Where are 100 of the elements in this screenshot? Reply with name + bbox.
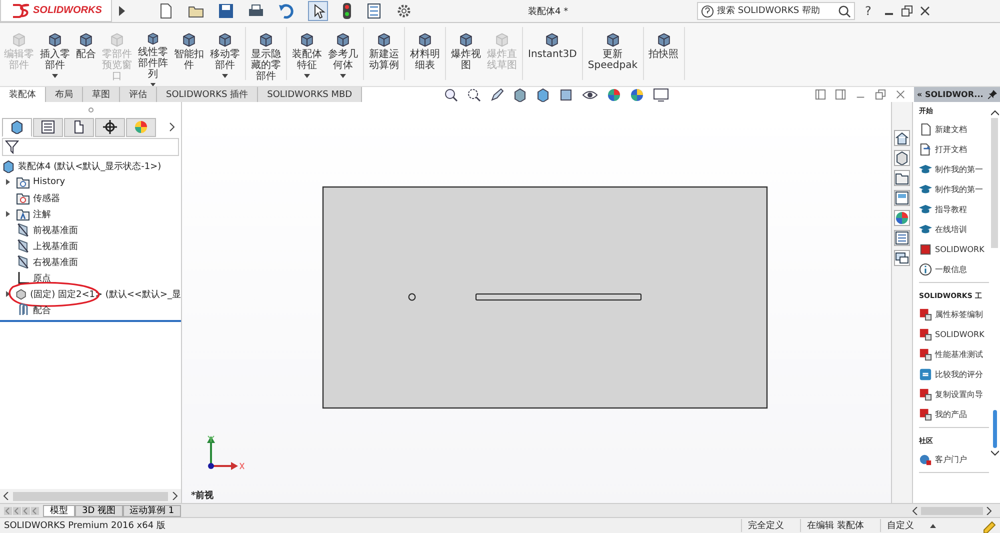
task-pane-link[interactable]: SOLIDWORK: [935, 330, 984, 338]
scrollbar-thumb[interactable]: [921, 506, 983, 515]
search-icon[interactable]: [838, 4, 851, 18]
command-tab[interactable]: 布局: [46, 87, 83, 102]
tree-item[interactable]: 传感器: [33, 192, 60, 204]
ribbon-button[interactable]: 线性零 部件阵 列: [136, 25, 170, 86]
ribbon-button[interactable]: 更新 Speedpak: [586, 25, 640, 86]
filter-field[interactable]: [2, 138, 179, 156]
task-pane-link[interactable]: 性能基准测试: [935, 348, 983, 360]
ribbon-button[interactable]: Instant3D: [526, 25, 579, 86]
splitter-grip-icon[interactable]: [88, 106, 94, 112]
print-icon[interactable]: [248, 3, 264, 19]
traffic-light-icon[interactable]: [342, 3, 352, 19]
eye-icon[interactable]: [582, 88, 598, 100]
expand-arrow-icon[interactable]: [118, 6, 126, 16]
pin-icon[interactable]: [988, 90, 997, 99]
monitor-icon[interactable]: [653, 88, 670, 102]
task-pane-link[interactable]: 我的产品: [935, 408, 967, 420]
manager-tab[interactable]: [95, 118, 125, 136]
scroll-down-icon[interactable]: [990, 450, 998, 456]
settings-icon[interactable]: [396, 3, 412, 19]
task-pane-link[interactable]: SOLIDWORK: [935, 244, 984, 254]
scrollbar-thumb[interactable]: [13, 492, 168, 501]
tree-item[interactable]: 注解: [33, 208, 51, 220]
expander-arrow-icon[interactable]: [5, 291, 11, 297]
task-pane-link[interactable]: 客户门户: [935, 454, 967, 464]
scroll-left-icon[interactable]: [3, 492, 9, 500]
ribbon-button[interactable]: 智能扣 件: [172, 25, 206, 86]
command-tab[interactable]: 评估: [120, 87, 157, 102]
scroll-up-icon[interactable]: [990, 110, 998, 116]
task-pane-link[interactable]: 打开文档: [935, 144, 967, 154]
ribbon-button[interactable]: 拍快照: [646, 25, 680, 86]
ribbon-button[interactable]: 移动零 部件: [208, 25, 242, 86]
ribbon-button[interactable]: 配合: [74, 25, 98, 86]
window-tile-icon[interactable]: [835, 89, 846, 100]
appearance-icon[interactable]: [894, 210, 910, 226]
expander-arrow-icon[interactable]: [5, 211, 11, 217]
model-tab[interactable]: 运动算例 1: [122, 504, 182, 517]
manager-tab[interactable]: [64, 118, 94, 136]
tab-nav-arrow-icon[interactable]: [13, 506, 21, 515]
command-tab[interactable]: 装配体: [0, 87, 46, 102]
list-icon[interactable]: [366, 3, 382, 19]
folder-icon[interactable]: [894, 170, 910, 186]
task-pane-link[interactable]: 新建文档: [935, 124, 967, 134]
zoom-area-icon[interactable]: [467, 88, 482, 102]
tab-nav-arrow-icon[interactable]: [31, 506, 39, 515]
tree-item[interactable]: 右视基准面: [33, 256, 78, 268]
scroll-right-icon[interactable]: [986, 506, 992, 515]
ribbon-button[interactable]: 新建运 动算例: [367, 25, 401, 86]
task-pane-link[interactable]: 比较我的评分: [935, 368, 983, 380]
command-tab[interactable]: SOLIDWORKS MBD: [258, 87, 362, 102]
task-pane-link[interactable]: 制作我的第一: [935, 184, 983, 194]
solidworks-logo[interactable]: SOLIDWORKS: [0, 0, 112, 22]
new-document-icon[interactable]: [158, 3, 174, 19]
scroll-right-icon[interactable]: [172, 492, 178, 500]
zoom-to-fit-icon[interactable]: [444, 88, 458, 102]
command-tab[interactable]: 草图: [83, 87, 120, 102]
scrollbar-thumb[interactable]: [991, 118, 998, 248]
task-pane-link[interactable]: 制作我的第一: [935, 164, 983, 174]
manager-tab[interactable]: [33, 118, 63, 136]
help-button[interactable]: ?: [861, 4, 878, 18]
expander-arrow-icon[interactable]: [5, 179, 11, 185]
ribbon-button[interactable]: 插入零 部件: [38, 25, 72, 86]
home-icon[interactable]: [894, 130, 910, 146]
command-tab[interactable]: SOLIDWORKS 插件: [157, 87, 258, 102]
tree-item[interactable]: History: [33, 177, 66, 187]
ribbon-button[interactable]: 材料明 细表: [408, 25, 442, 86]
rebuild-icon[interactable]: [982, 518, 996, 533]
ribbon-button[interactable]: 爆炸视 图: [449, 25, 483, 86]
tree-item[interactable]: 上视基准面: [33, 240, 78, 252]
ribbon-button[interactable]: 装配体 特征: [290, 25, 324, 86]
model-tab[interactable]: 3D 视图: [75, 504, 123, 517]
caret-icon[interactable]: [930, 524, 936, 528]
manager-tab[interactable]: [2, 118, 32, 136]
task-pane-link[interactable]: 复制设置向导: [935, 388, 983, 400]
tree-item[interactable]: 装配体4 (默认<默认_显示状态-1>): [18, 160, 162, 172]
close-icon[interactable]: [919, 5, 932, 17]
task-pane-link[interactable]: 属性标签编制: [935, 308, 983, 320]
task-pane-title[interactable]: « SOLIDWOR...: [917, 90, 984, 99]
task-pane-link[interactable]: 一般信息: [935, 264, 967, 274]
model-tab[interactable]: 模型: [43, 504, 75, 517]
appearance-icon[interactable]: [607, 88, 622, 102]
tree-item[interactable]: 原点: [33, 272, 51, 284]
task-pane-link[interactable]: 指导教程: [935, 204, 967, 214]
tree-item[interactable]: 配合: [33, 304, 51, 316]
tree-item[interactable]: 前视基准面: [33, 224, 78, 236]
close-icon[interactable]: [895, 89, 906, 100]
tab-nav-arrow-icon[interactable]: [22, 506, 30, 515]
undo-icon[interactable]: [278, 3, 294, 19]
ribbon-button[interactable]: 参考几 何体: [326, 25, 360, 86]
save-icon[interactable]: [218, 3, 234, 19]
task-pane-link[interactable]: 在线培训: [935, 224, 967, 234]
select-pointer-icon[interactable]: [308, 1, 328, 21]
scene-icon[interactable]: [630, 88, 644, 102]
restore-icon[interactable]: [875, 89, 886, 100]
ribbon-button[interactable]: 显示隐 藏的零 部件: [249, 25, 283, 86]
properties-icon[interactable]: [894, 230, 910, 246]
scroll-left-icon[interactable]: [912, 506, 918, 515]
restore-icon[interactable]: [901, 5, 914, 17]
tab-nav-arrow-icon[interactable]: [4, 506, 12, 515]
